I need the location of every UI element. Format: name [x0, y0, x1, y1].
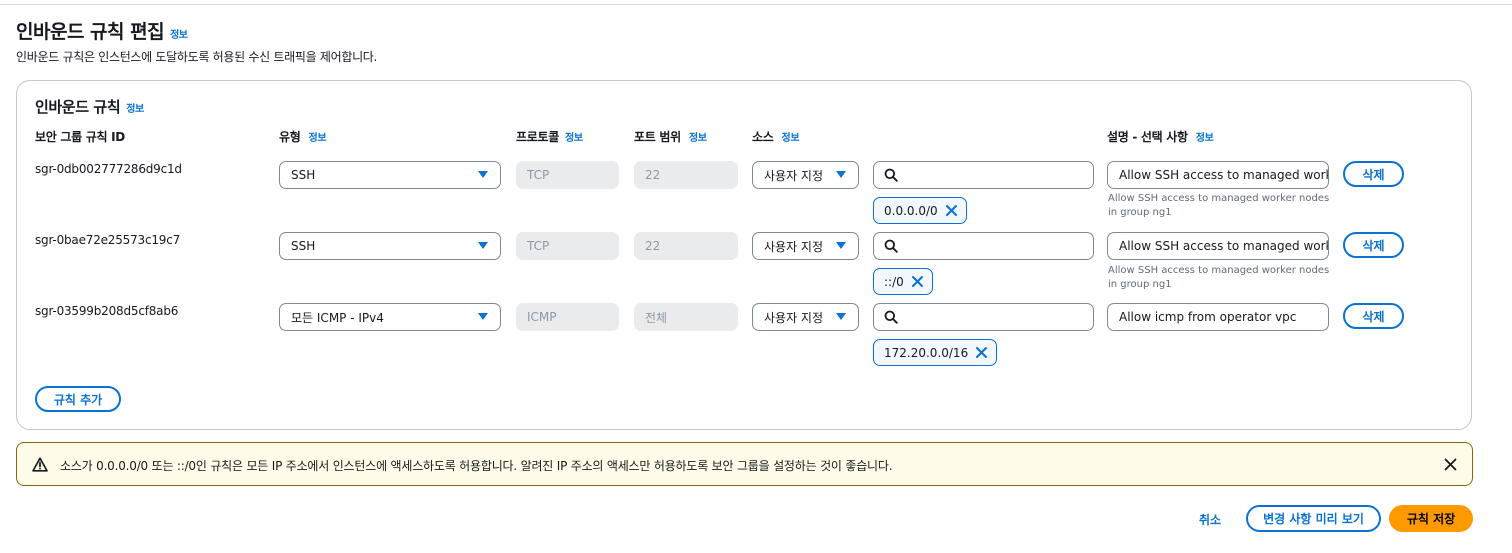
- caret-down-icon: [478, 313, 488, 320]
- cidr-token-label: 0.0.0.0/0: [884, 203, 938, 218]
- source-select-value: 사용자 지정: [764, 239, 824, 254]
- column-header-source: 소스 정보: [752, 128, 800, 145]
- type-select[interactable]: SSH: [279, 232, 501, 260]
- cidr-token-label: 172.20.0.0/16: [884, 345, 969, 360]
- column-header-type-text: 유형: [279, 130, 301, 144]
- warning-message: 소스가 0.0.0.0/0 또는 ::/0인 규칙은 모든 IP 주소에서 인스…: [60, 459, 893, 473]
- description-input[interactable]: Allow SSH access to managed worker nodes…: [1107, 161, 1329, 189]
- remove-token-icon[interactable]: [911, 275, 924, 288]
- description-input[interactable]: Allow SSH access to managed worker nodes…: [1107, 232, 1329, 260]
- type-select[interactable]: SSH: [279, 161, 501, 189]
- port-range-field: 22: [634, 232, 738, 260]
- page-title-info-link[interactable]: 정보: [170, 30, 188, 41]
- description-help-text: Allow SSH access to managed worker nodes…: [1108, 193, 1330, 218]
- source-select-value: 사용자 지정: [764, 168, 824, 183]
- protocol-field: TCP: [516, 161, 619, 189]
- column-header-port-range: 포트 범위 정보: [634, 128, 707, 145]
- cidr-token: 172.20.0.0/16: [873, 339, 998, 366]
- type-info-link[interactable]: 정보: [308, 133, 326, 144]
- warning-icon: [32, 457, 48, 472]
- cidr-search-input[interactable]: [873, 232, 1094, 260]
- source-info-link[interactable]: 정보: [781, 133, 799, 144]
- page-title: 인바운드 규칙 편집 정보: [16, 17, 188, 44]
- protocol-info-link[interactable]: 정보: [565, 133, 583, 144]
- column-header-rule-id: 보안 그룹 규칙 ID: [35, 128, 125, 145]
- panel-title: 인바운드 규칙 정보: [35, 96, 144, 117]
- rule-id: sgr-03599b208d5cf8ab6: [35, 304, 179, 318]
- page-title-text: 인바운드 규칙 편집: [16, 21, 165, 43]
- cidr-search-input[interactable]: [873, 303, 1094, 331]
- caret-down-icon: [478, 242, 488, 249]
- source-select-value: 사용자 지정: [764, 310, 824, 325]
- save-rules-button[interactable]: 규칙 저장: [1389, 505, 1473, 532]
- top-divider: [0, 4, 1512, 5]
- inbound-rules-panel: 인바운드 규칙 정보 보안 그룹 규칙 ID 유형 정보 프로토콜 정보 포트 범위 정…: [16, 80, 1472, 430]
- add-rule-button[interactable]: 규칙 추가: [35, 386, 121, 412]
- search-icon: [884, 168, 898, 182]
- delete-button[interactable]: 삭제: [1343, 232, 1404, 258]
- source-select[interactable]: 사용자 지정: [752, 232, 859, 260]
- preview-changes-button[interactable]: 변경 사항 미리 보기: [1246, 505, 1381, 532]
- cidr-token: ::/0: [873, 268, 933, 295]
- source-select[interactable]: 사용자 지정: [752, 303, 859, 331]
- search-icon: [884, 310, 898, 324]
- type-select-value: 모든 ICMP - IPv4: [291, 310, 384, 325]
- delete-button[interactable]: 삭제: [1343, 161, 1404, 187]
- caret-down-icon: [836, 171, 846, 178]
- description-info-link[interactable]: 정보: [1196, 133, 1214, 144]
- caret-down-icon: [836, 313, 846, 320]
- type-select-value: SSH: [291, 239, 316, 253]
- warning-alert: 소스가 0.0.0.0/0 또는 ::/0인 규칙은 모든 IP 주소에서 인스…: [16, 442, 1473, 486]
- column-header-protocol-text: 프로토콜: [516, 130, 559, 144]
- rule-id: sgr-0bae72e25573c19c7: [35, 233, 181, 247]
- remove-token-icon[interactable]: [975, 346, 988, 359]
- page-description: 인바운드 규칙은 인스턴스에 도달하도록 허용된 수신 트래픽을 제어합니다.: [16, 50, 378, 64]
- column-header-source-text: 소스: [752, 130, 774, 144]
- cidr-token-label: ::/0: [884, 274, 904, 289]
- description-input[interactable]: Allow icmp from operator vpc: [1107, 303, 1329, 331]
- column-header-port-range-text: 포트 범위: [634, 130, 681, 144]
- column-header-type: 유형 정보: [279, 128, 327, 145]
- caret-down-icon: [836, 242, 846, 249]
- panel-title-text: 인바운드 규칙: [35, 98, 121, 116]
- protocol-field: TCP: [516, 232, 619, 260]
- panel-title-info-link[interactable]: 정보: [126, 104, 144, 115]
- cidr-token: 0.0.0.0/0: [873, 197, 967, 224]
- cancel-button[interactable]: 취소: [1199, 511, 1221, 528]
- column-header-description-text: 설명 - 선택 사항: [1107, 130, 1188, 144]
- source-select[interactable]: 사용자 지정: [752, 161, 859, 189]
- port-range-field: 22: [634, 161, 738, 189]
- column-header-rule-id-text: 보안 그룹 규칙 ID: [35, 130, 125, 144]
- caret-down-icon: [478, 171, 488, 178]
- port-range-field: 전체: [634, 303, 738, 331]
- port-range-info-link[interactable]: 정보: [689, 133, 707, 144]
- rule-id: sgr-0db002777286d9c1d: [35, 162, 182, 176]
- column-header-protocol: 프로토콜 정보: [516, 128, 583, 145]
- protocol-field: ICMP: [516, 303, 619, 331]
- column-header-description: 설명 - 선택 사항 정보: [1107, 128, 1214, 145]
- remove-token-icon[interactable]: [945, 204, 958, 217]
- type-select-value: SSH: [291, 168, 316, 182]
- close-icon[interactable]: [1444, 458, 1457, 471]
- description-help-text: Allow SSH access to managed worker nodes…: [1108, 265, 1330, 290]
- type-select[interactable]: 모든 ICMP - IPv4: [279, 303, 501, 331]
- cidr-search-input[interactable]: [873, 161, 1094, 189]
- search-icon: [884, 239, 898, 253]
- delete-button[interactable]: 삭제: [1343, 303, 1404, 329]
